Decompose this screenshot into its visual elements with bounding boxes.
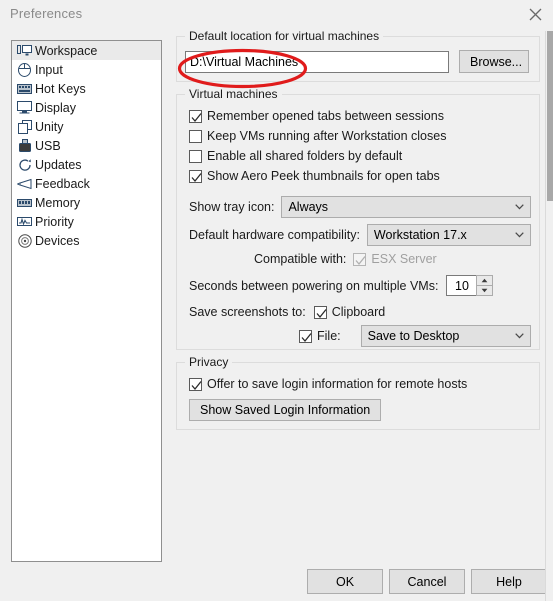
checkbox-label: Offer to save login information for remo…	[207, 377, 468, 391]
virtual-machines-group: Virtual machines Remember opened tabs be…	[176, 87, 540, 350]
checkbox-label: Keep VMs running after Workstation close…	[207, 129, 447, 143]
scrollbar-thumb[interactable]	[547, 31, 553, 201]
preferences-category-list[interactable]: Workspace Input Hot Keys Display Unity U…	[11, 40, 162, 562]
sidebar-item-label: Feedback	[35, 176, 90, 191]
seconds-between-label: Seconds between powering on multiple VMs…	[189, 278, 439, 293]
help-button[interactable]: Help	[471, 569, 547, 594]
privacy-group-title: Privacy	[185, 355, 233, 369]
caret-down-icon	[482, 288, 488, 292]
clipboard-checkbox[interactable]	[313, 305, 327, 319]
compatible-with-checkbox	[353, 252, 367, 266]
sidebar-item-label: Display	[35, 100, 76, 115]
keyboard-icon	[16, 80, 33, 97]
waveform-icon	[16, 213, 33, 230]
sidebar-item-display[interactable]: Display	[12, 98, 161, 117]
sidebar-item-label: Memory	[35, 195, 81, 210]
chevron-down-icon	[512, 204, 526, 210]
hardware-compat-dropdown[interactable]: Workstation 17.x	[366, 224, 531, 246]
close-window-button[interactable]	[516, 0, 553, 28]
compatible-with-label: Compatible with:	[254, 252, 347, 266]
sidebar-item-devices[interactable]: Devices	[12, 231, 161, 250]
show-saved-login-button[interactable]: Show Saved Login Information	[189, 399, 382, 421]
usb-drive-icon	[16, 137, 33, 154]
checkbox-keep-vms-running[interactable]: Keep VMs running after Workstation close…	[189, 126, 531, 146]
sidebar-item-unity[interactable]: Unity	[12, 117, 161, 136]
preferences-workspace-panel: Default location for virtual machines D:…	[176, 29, 540, 442]
compatible-with-option-label: ESX Server	[371, 252, 437, 266]
dialog-scrollbar[interactable]	[545, 31, 553, 601]
checkbox-box	[189, 377, 202, 391]
chevron-down-icon	[512, 333, 526, 339]
sidebar-item-feedback[interactable]: Feedback	[12, 174, 161, 193]
refresh-circular-icon	[16, 156, 33, 173]
checkbox-box	[189, 109, 202, 123]
default-location-input[interactable]: D:\Virtual Machines	[185, 50, 449, 73]
mouse-icon	[16, 61, 33, 78]
sidebar-item-label: Updates	[35, 157, 82, 172]
sidebar-item-label: Priority	[35, 214, 74, 229]
sidebar-item-label: USB	[35, 138, 61, 153]
seconds-between-value[interactable]: 10	[446, 275, 477, 296]
workspace-monitor-icon	[16, 42, 33, 59]
clipboard-label: Clipboard	[331, 305, 386, 319]
sidebar-item-input[interactable]: Input	[12, 60, 161, 79]
checkbox-box	[189, 169, 202, 183]
sidebar-item-label: Input	[35, 62, 63, 77]
checkbox-enable-shared-folders[interactable]: Enable all shared folders by default	[189, 146, 531, 166]
checkbox-label: Show Aero Peek thumbnails for open tabs	[207, 169, 440, 183]
sidebar-item-usb[interactable]: USB	[12, 136, 161, 155]
virtual-machines-group-title: Virtual machines	[185, 87, 282, 101]
privacy-group: Privacy Offer to save login information …	[176, 355, 540, 430]
default-location-group: Default location for virtual machines D:…	[176, 29, 540, 82]
sidebar-item-label: Devices	[35, 233, 80, 248]
sidebar-item-label: Workspace	[35, 43, 98, 58]
sidebar-item-hot-keys[interactable]: Hot Keys	[12, 79, 161, 98]
hardware-compat-value: Workstation 17.x	[373, 228, 467, 242]
checkbox-label: Enable all shared folders by default	[207, 149, 403, 163]
sidebar-item-label: Unity	[35, 119, 64, 134]
windows-stack-icon	[16, 118, 33, 135]
sidebar-item-label: Hot Keys	[35, 81, 86, 96]
sidebar-item-workspace[interactable]: Workspace	[12, 41, 161, 60]
default-location-value: D:\Virtual Machines	[190, 54, 299, 69]
window-title: Preferences	[10, 6, 83, 21]
save-screenshots-label: Save screenshots to:	[189, 305, 306, 319]
tray-icon-dropdown[interactable]: Always	[281, 196, 531, 218]
default-location-group-title: Default location for virtual machines	[185, 29, 384, 43]
checkbox-remember-tabs[interactable]: Remember opened tabs between sessions	[189, 106, 531, 126]
seconds-between-stepper[interactable]: 10	[446, 275, 494, 296]
tray-icon-label: Show tray icon:	[189, 200, 275, 214]
file-target-dropdown[interactable]: Save to Desktop	[360, 325, 531, 347]
tray-icon-value: Always	[288, 200, 329, 214]
checkbox-box	[189, 129, 202, 143]
stepper-decrement-button[interactable]	[476, 285, 494, 296]
hardware-compat-label: Default hardware compatibility:	[189, 228, 360, 242]
megaphone-icon	[16, 175, 33, 192]
window-titlebar: Preferences	[0, 0, 553, 31]
disc-icon	[16, 232, 33, 249]
cancel-button[interactable]: Cancel	[389, 569, 465, 594]
sidebar-item-priority[interactable]: Priority	[12, 212, 161, 231]
checkbox-offer-save-login[interactable]: Offer to save login information for remo…	[189, 374, 531, 394]
chevron-down-icon	[512, 232, 526, 238]
checkbox-label: Remember opened tabs between sessions	[207, 109, 444, 123]
sidebar-item-memory[interactable]: Memory	[12, 193, 161, 212]
file-target-value: Save to Desktop	[367, 329, 460, 343]
stepper-increment-button[interactable]	[476, 275, 494, 286]
checkbox-aero-peek[interactable]: Show Aero Peek thumbnails for open tabs	[189, 166, 531, 186]
memory-chip-icon	[16, 194, 33, 211]
browse-button[interactable]: Browse...	[459, 50, 529, 73]
file-checkbox[interactable]	[299, 329, 312, 343]
monitor-icon	[16, 99, 33, 116]
ok-button[interactable]: OK	[307, 569, 383, 594]
sidebar-item-updates[interactable]: Updates	[12, 155, 161, 174]
caret-up-icon	[482, 278, 488, 282]
file-label: File:	[317, 329, 341, 343]
close-x-icon	[529, 8, 542, 21]
checkbox-box	[189, 149, 202, 163]
